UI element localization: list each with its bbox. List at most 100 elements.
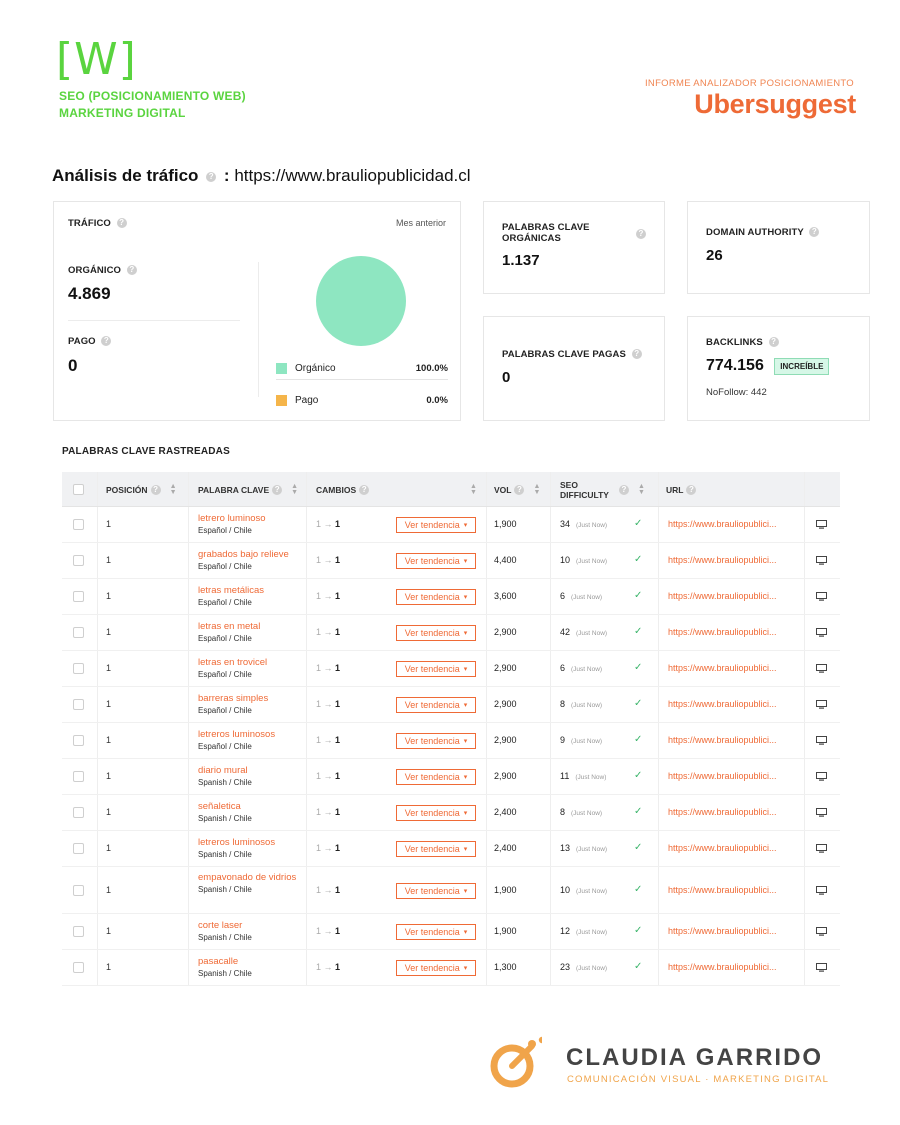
help-icon[interactable]: ? [206, 171, 217, 182]
view-trend-button[interactable]: Ver tendencia ▾ [396, 924, 476, 940]
row-checkbox[interactable] [73, 884, 84, 896]
monitor-icon[interactable] [816, 664, 827, 673]
sort-icon[interactable]: ▲ ▼ [291, 483, 298, 496]
view-trend-button[interactable]: Ver tendencia ▾ [396, 589, 476, 605]
table-body: 1 letrero luminoso Español / Chile 1 → 1 Ver… [62, 507, 840, 986]
help-icon[interactable]: ? [514, 484, 525, 495]
monitor-icon[interactable] [816, 927, 827, 936]
row-keyword[interactable]: letreros luminosos Español / Chile [198, 729, 306, 752]
monitor-icon[interactable] [816, 885, 827, 895]
row-keyword[interactable]: barreras simples Español / Chile [198, 693, 306, 716]
help-icon[interactable]: ? [686, 484, 697, 495]
row-keyword[interactable]: letras en trovicel Español / Chile [198, 657, 306, 680]
row-checkbox[interactable] [73, 807, 84, 818]
row-keyword[interactable]: letras metálicas Español / Chile [198, 585, 306, 608]
column-divider [804, 950, 805, 985]
view-trend-button[interactable]: Ver tendencia ▾ [396, 841, 476, 857]
row-url-link[interactable]: https://www.brauliopublici... [668, 771, 777, 781]
help-icon[interactable]: ? [636, 229, 646, 239]
column-changes[interactable]: CAMBIOS ? [316, 472, 372, 507]
sort-icon[interactable]: ▲ ▼ [533, 483, 540, 496]
help-icon[interactable]: ? [126, 265, 137, 276]
view-trend-label: Ver tendencia [404, 664, 460, 674]
row-keyword[interactable]: diario mural Spanish / Chile [198, 765, 306, 788]
help-icon[interactable]: ? [272, 484, 283, 495]
row-keyword[interactable]: pasacalle Spanish / Chile [198, 956, 306, 979]
help-icon[interactable]: ? [619, 484, 629, 495]
view-trend-button[interactable]: Ver tendencia ▾ [396, 805, 476, 821]
row-url-link[interactable]: https://www.brauliopublici... [668, 926, 777, 936]
row-url-link[interactable]: https://www.brauliopublici... [668, 962, 777, 972]
monitor-icon[interactable] [816, 520, 827, 529]
column-changes-sort[interactable]: ▲ ▼ [464, 472, 477, 507]
row-checkbox[interactable] [73, 627, 84, 638]
row-url-link[interactable]: https://www.brauliopublici... [668, 663, 777, 673]
column-divider [550, 651, 551, 686]
help-icon[interactable]: ? [116, 218, 127, 229]
row-url-link[interactable]: https://www.brauliopublici... [668, 591, 777, 601]
column-seo-difficulty[interactable]: SEO DIFFICULTY ? ▲ ▼ [560, 472, 645, 507]
row-url-link[interactable]: https://www.brauliopublici... [668, 885, 777, 895]
help-icon[interactable]: ? [101, 336, 112, 347]
row-checkbox[interactable] [73, 926, 84, 937]
column-keyword[interactable]: PALABRA CLAVE ? ▲ ▼ [198, 472, 298, 507]
row-checkbox[interactable] [73, 962, 84, 973]
row-keyword[interactable]: letreros luminosos Spanish / Chile [198, 837, 306, 860]
monitor-icon[interactable] [816, 963, 827, 972]
row-checkbox[interactable] [73, 735, 84, 746]
sort-icon[interactable]: ▲ ▼ [638, 483, 645, 496]
row-keyword[interactable]: señaletica Spanish / Chile [198, 801, 306, 824]
help-icon[interactable]: ? [150, 484, 161, 495]
row-keyword[interactable]: empavonado de vidrios Spanish / Chile [198, 872, 306, 895]
row-url-link[interactable]: https://www.brauliopublici... [668, 519, 777, 529]
column-vol[interactable]: VOL ? ▲ ▼ [494, 472, 540, 507]
monitor-icon[interactable] [816, 700, 827, 709]
view-trend-button[interactable]: Ver tendencia ▾ [396, 697, 476, 713]
row-checkbox[interactable] [73, 591, 84, 602]
row-keyword[interactable]: letrero luminoso Español / Chile [198, 513, 306, 536]
view-trend-button[interactable]: Ver tendencia ▾ [396, 882, 476, 899]
monitor-icon[interactable] [816, 844, 827, 853]
view-trend-button[interactable]: Ver tendencia ▾ [396, 960, 476, 976]
column-divider [804, 543, 805, 578]
row-keyword[interactable]: grabados bajo relieve Español / Chile [198, 549, 306, 572]
select-all-checkbox[interactable] [73, 484, 84, 495]
sort-icon[interactable]: ▲ ▼ [470, 483, 477, 496]
monitor-icon[interactable] [816, 808, 827, 817]
view-trend-button[interactable]: Ver tendencia ▾ [396, 661, 476, 677]
row-keyword[interactable]: letras en metal Español / Chile [198, 621, 306, 644]
monitor-icon[interactable] [816, 772, 827, 781]
column-url[interactable]: URL ? [666, 472, 699, 507]
row-url-link[interactable]: https://www.brauliopublici... [668, 555, 777, 565]
monitor-icon[interactable] [816, 628, 827, 637]
view-trend-button[interactable]: Ver tendencia ▾ [396, 625, 476, 641]
view-trend-button[interactable]: Ver tendencia ▾ [396, 517, 476, 533]
row-url-link[interactable]: https://www.brauliopublici... [668, 627, 777, 637]
domain-authority-card: DOMAIN AUTHORITY ? 26 [687, 201, 870, 294]
paid-label-wrap: PAGO ? [68, 336, 114, 347]
row-checkbox[interactable] [73, 771, 84, 782]
help-icon[interactable]: ? [631, 349, 642, 360]
row-checkbox[interactable] [73, 663, 84, 674]
view-trend-button[interactable]: Ver tendencia ▾ [396, 769, 476, 785]
row-url-link[interactable]: https://www.brauliopublici... [668, 699, 777, 709]
row-checkbox[interactable] [73, 699, 84, 710]
view-trend-button[interactable]: Ver tendencia ▾ [396, 553, 476, 569]
monitor-icon[interactable] [816, 556, 827, 565]
row-keyword[interactable]: corte laser Spanish / Chile [198, 920, 306, 943]
row-url-link[interactable]: https://www.brauliopublici... [668, 843, 777, 853]
row-checkbox[interactable] [73, 555, 84, 566]
row-checkbox[interactable] [73, 843, 84, 854]
monitor-icon[interactable] [816, 592, 827, 601]
row-keyword-locale: Spanish / Chile [198, 969, 252, 978]
help-icon[interactable]: ? [359, 484, 370, 495]
help-icon[interactable]: ? [809, 227, 820, 238]
sort-icon[interactable]: ▲ ▼ [170, 483, 177, 496]
column-position[interactable]: POSICIÓN ? ▲ ▼ [106, 472, 177, 507]
row-checkbox[interactable] [73, 519, 84, 530]
help-icon[interactable]: ? [768, 337, 779, 348]
row-url-link[interactable]: https://www.brauliopublici... [668, 807, 777, 817]
row-url-link[interactable]: https://www.brauliopublici... [668, 735, 777, 745]
view-trend-button[interactable]: Ver tendencia ▾ [396, 733, 476, 749]
monitor-icon[interactable] [816, 736, 827, 745]
